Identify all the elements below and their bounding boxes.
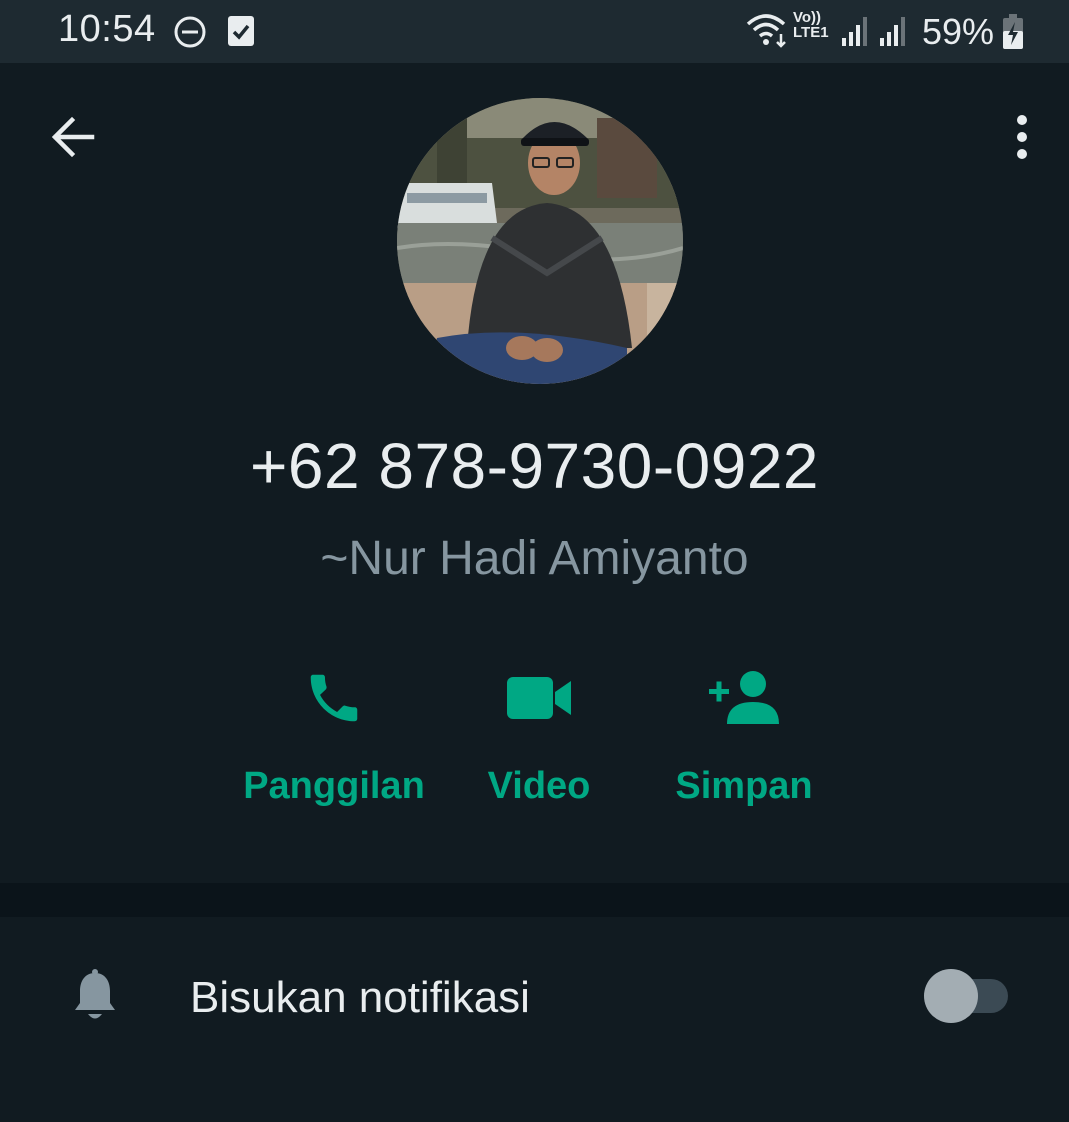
signal-icon (840, 14, 870, 53)
wifi-icon (746, 12, 790, 53)
more-vertical-icon (1017, 115, 1027, 159)
checkbox-notification-icon (226, 14, 256, 53)
call-button-label: Panggilan (243, 765, 425, 807)
contact-header: +62 878-9730-0922 ~Nur Hadi Amiyanto Pan… (0, 63, 1069, 883)
arrow-left-icon (51, 116, 95, 158)
toggle-thumb (924, 969, 978, 1023)
mute-notifications-row[interactable]: Bisukan notifikasi (0, 917, 1069, 1077)
video-call-button[interactable]: Video (429, 653, 649, 833)
mute-notifications-toggle[interactable] (924, 969, 1010, 1023)
mute-notifications-label: Bisukan notifikasi (190, 973, 530, 1022)
signal-icon (876, 14, 910, 53)
battery-percent: 59% (922, 11, 995, 52)
volte-indicator: Vo)) LTE1 (793, 10, 829, 40)
status-bar: 10:54 Vo)) LTE1 59% (0, 0, 1069, 63)
status-time: 10:54 (58, 8, 156, 50)
bell-icon (72, 969, 118, 1028)
video-camera-icon (507, 677, 571, 719)
avatar-photo (397, 98, 683, 384)
save-contact-button[interactable]: Simpan (634, 653, 854, 833)
add-person-icon (709, 671, 779, 724)
phone-icon (310, 674, 358, 722)
volte-top-label: Vo)) (793, 9, 822, 26)
contact-phone-number: +62 878-9730-0922 (250, 430, 819, 502)
back-button[interactable] (44, 111, 102, 163)
video-call-button-label: Video (487, 765, 591, 807)
more-options-button[interactable] (1000, 109, 1044, 165)
volte-bottom-label: LTE1 (793, 24, 829, 41)
dnd-icon (172, 14, 208, 55)
section-divider (0, 883, 1069, 917)
contact-pushname: ~Nur Hadi Amiyanto (320, 532, 749, 585)
contact-avatar[interactable] (397, 98, 683, 384)
battery-charging-icon (1002, 14, 1024, 55)
save-contact-button-label: Simpan (675, 765, 813, 807)
call-button[interactable]: Panggilan (224, 653, 444, 833)
